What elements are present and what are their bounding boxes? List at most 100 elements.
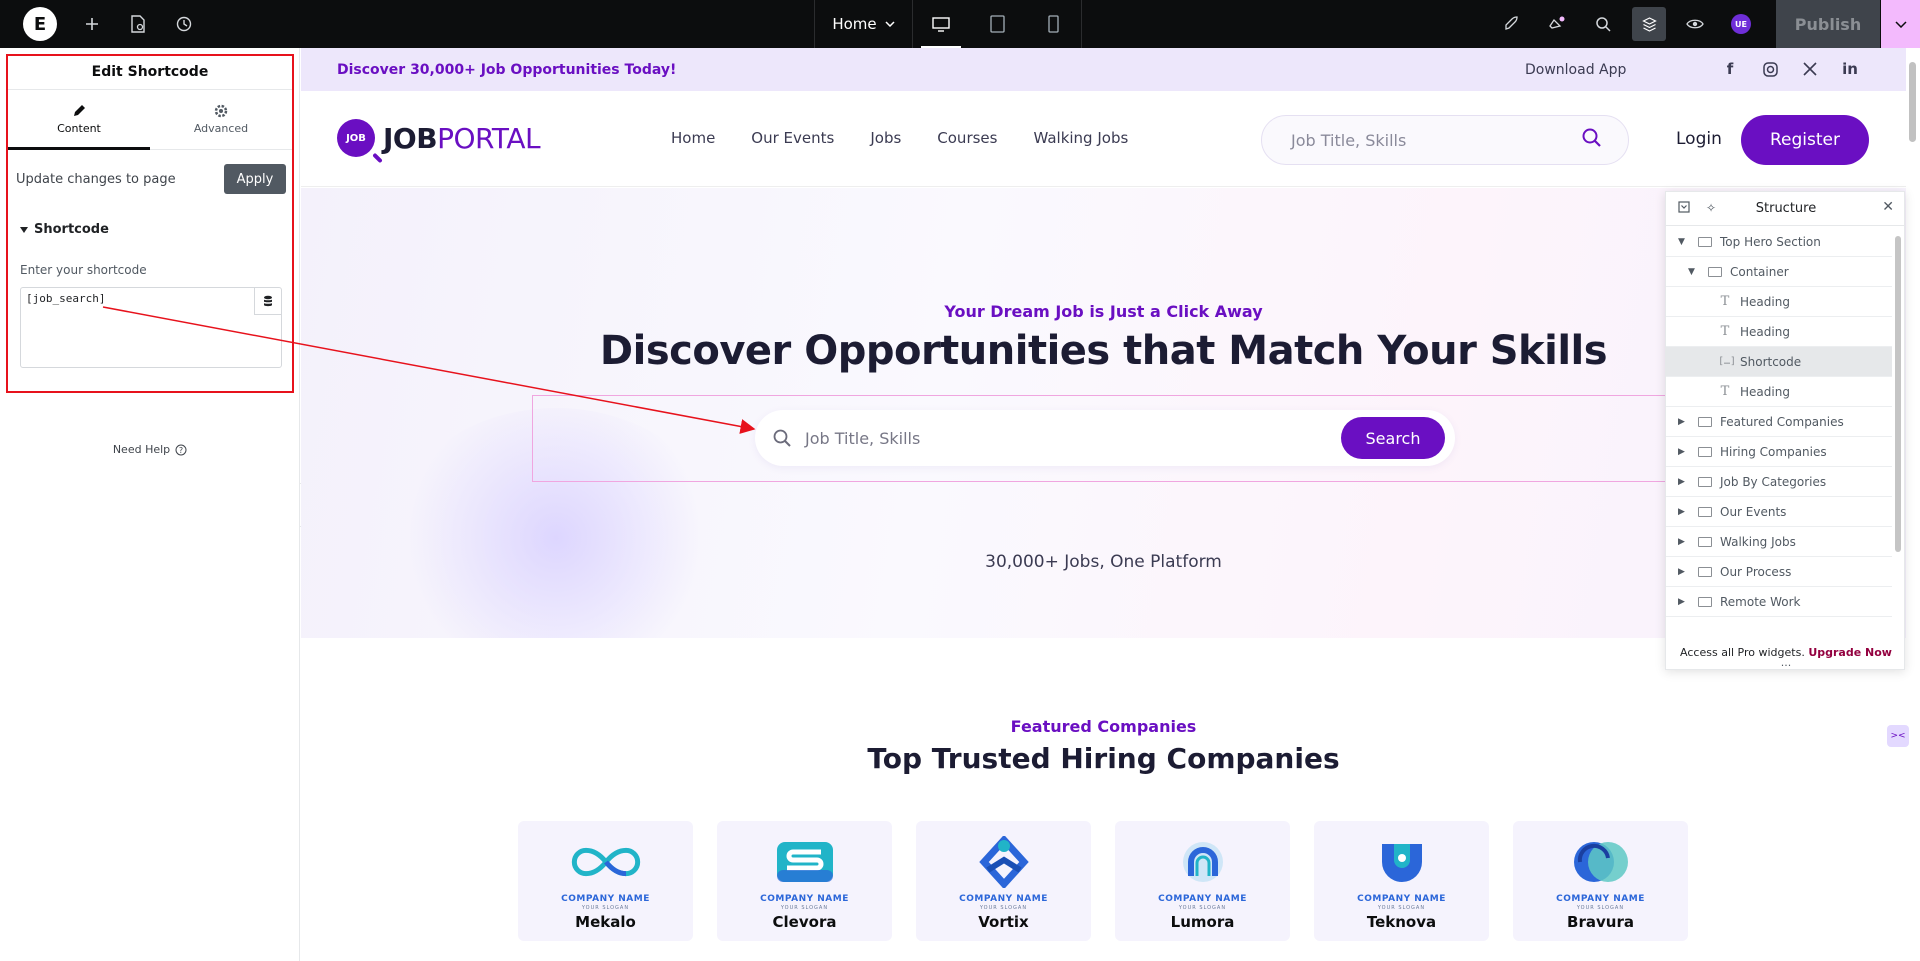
tab-content[interactable]: Content — [8, 90, 150, 150]
structure-item[interactable]: T Heading — [1666, 317, 1892, 347]
logo-text-job: JOB — [383, 121, 438, 155]
caret-right-icon[interactable]: ▶ — [1678, 417, 1688, 427]
login-link[interactable]: Login — [1676, 129, 1722, 149]
editor-topbar: E Home UE Publish — [0, 0, 1920, 48]
history-icon[interactable] — [161, 0, 207, 48]
upgrade-now-link[interactable]: Upgrade Now — [1808, 646, 1892, 659]
company-card[interactable]: COMPANY NAME YOUR SLOGAN Teknova — [1314, 821, 1489, 941]
structure-item-label: Hiring Companies — [1720, 444, 1827, 459]
structure-item-selected[interactable]: […] Shortcode — [1666, 347, 1892, 377]
header-search-placeholder: Job Title, Skills — [1291, 130, 1407, 150]
publish-options-button[interactable] — [1880, 0, 1920, 48]
linkedin-icon[interactable]: in — [1841, 58, 1859, 80]
need-help-link[interactable]: Need Help ? — [0, 443, 300, 456]
facebook-icon[interactable]: f — [1721, 58, 1739, 80]
u-shield-logo-icon — [1367, 834, 1437, 890]
hero-search-input[interactable]: Job Title, Skills Search — [755, 410, 1455, 466]
ai-assistant-icon[interactable]: >< — [1887, 725, 1909, 747]
nav-walking-jobs[interactable]: Walking Jobs — [1033, 129, 1128, 147]
caret-right-icon[interactable]: ▶ — [1678, 477, 1688, 487]
structure-item[interactable]: ▶ Our Events — [1666, 497, 1892, 527]
desktop-view-button[interactable] — [913, 0, 969, 48]
search-icon — [1582, 128, 1601, 147]
structure-item-label: Featured Companies — [1720, 414, 1844, 429]
company-card[interactable]: COMPANY NAME YOUR SLOGAN Clevora — [717, 821, 892, 941]
company-card[interactable]: COMPANY NAME YOUR SLOGAN Vortix — [916, 821, 1091, 941]
structure-item[interactable]: ▼ Top Hero Section — [1666, 227, 1892, 257]
panel-title: Edit Shortcode — [8, 56, 292, 90]
s-letter-logo-icon — [770, 834, 840, 890]
structure-tree: ▼ Top Hero Section ▼ Container T Heading… — [1666, 227, 1892, 617]
structure-item[interactable]: ▼ Container — [1666, 257, 1892, 287]
preview-eye-icon[interactable] — [1672, 0, 1718, 48]
caret-right-icon[interactable]: ▶ — [1678, 597, 1688, 607]
nav-courses[interactable]: Courses — [937, 129, 997, 147]
structure-title: Structure — [1755, 201, 1817, 216]
page-selector[interactable]: Home — [815, 0, 913, 48]
nav-home[interactable]: Home — [671, 129, 715, 147]
structure-item[interactable]: ▶ Walking Jobs — [1666, 527, 1892, 557]
company-label: COMPANY NAME — [1158, 894, 1247, 904]
caret-down-icon[interactable]: ▼ — [1688, 267, 1698, 277]
help-icon: ? — [175, 444, 187, 455]
search-icon[interactable] — [1580, 0, 1626, 48]
dynamic-tags-button[interactable] — [254, 288, 281, 315]
launchpad-icon[interactable] — [1488, 0, 1534, 48]
edit-panel: Edit Shortcode Content Advanced Update c… — [0, 48, 300, 961]
company-card[interactable]: COMPANY NAME YOUR SLOGAN Lumora — [1115, 821, 1290, 941]
structure-toggle-icon[interactable] — [1632, 7, 1666, 41]
structure-item[interactable]: ▶ Job By Categories — [1666, 467, 1892, 497]
register-button[interactable]: Register — [1741, 115, 1869, 165]
shortcode-textarea[interactable]: [job_search] — [20, 287, 282, 368]
caret-right-icon[interactable]: ▶ — [1678, 537, 1688, 547]
mobile-icon — [1047, 15, 1059, 33]
pencil-icon — [74, 105, 85, 116]
infinity-logo-icon — [571, 834, 641, 890]
container-icon — [1698, 446, 1712, 457]
featured-heading: Top Trusted Hiring Companies — [867, 742, 1340, 775]
company-card[interactable]: COMPANY NAME YOUR SLOGAN Bravura — [1513, 821, 1688, 941]
caret-right-icon[interactable]: ▶ — [1678, 507, 1688, 517]
close-icon[interactable]: ✕ — [1882, 199, 1894, 215]
company-name: Vortix — [978, 913, 1029, 931]
structure-scrollbar[interactable] — [1895, 236, 1901, 552]
structure-item[interactable]: ▶ Featured Companies — [1666, 407, 1892, 437]
mobile-view-button[interactable] — [1025, 0, 1081, 48]
nav-our-events[interactable]: Our Events — [751, 129, 834, 147]
company-card[interactable]: COMPANY NAME YOUR SLOGAN Mekalo — [518, 821, 693, 941]
download-app-link[interactable]: Download App — [1525, 62, 1626, 78]
heading-icon: T — [1720, 294, 1730, 309]
structure-item[interactable]: ▶ Hiring Companies — [1666, 437, 1892, 467]
structure-item[interactable]: ▶ Our Process — [1666, 557, 1892, 587]
notifications-icon[interactable] — [1534, 0, 1580, 48]
heading-icon: T — [1720, 384, 1730, 399]
publish-button[interactable]: Publish — [1776, 0, 1880, 48]
hero-search-button[interactable]: Search — [1341, 417, 1445, 459]
caret-right-icon[interactable]: ▶ — [1678, 567, 1688, 577]
structure-item[interactable]: T Heading — [1666, 287, 1892, 317]
site-logo[interactable]: JOB JOBPORTAL — [337, 119, 541, 157]
company-label: COMPANY NAME — [1357, 894, 1446, 904]
apply-button[interactable]: Apply — [224, 164, 286, 194]
search-icon — [773, 429, 791, 447]
x-twitter-icon[interactable] — [1801, 58, 1819, 80]
more-icon[interactable]: ··· — [1666, 659, 1906, 672]
tab-advanced[interactable]: Advanced — [150, 90, 292, 149]
shortcode-section-toggle[interactable]: Shortcode — [8, 222, 292, 237]
page-settings-icon[interactable] — [115, 0, 161, 48]
caret-down-icon[interactable]: ▼ — [1678, 237, 1688, 247]
canvas-scrollbar[interactable] — [1909, 62, 1916, 142]
structure-item[interactable]: ▶ Remote Work — [1666, 587, 1892, 617]
caret-right-icon[interactable]: ▶ — [1678, 447, 1688, 457]
add-element-icon[interactable] — [69, 0, 115, 48]
header-search-input[interactable]: Job Title, Skills — [1261, 115, 1629, 165]
nav-jobs[interactable]: Jobs — [870, 129, 901, 147]
social-links: f in — [1721, 58, 1859, 80]
tablet-view-button[interactable] — [969, 0, 1025, 48]
container-icon — [1698, 536, 1712, 547]
container-icon — [1698, 416, 1712, 427]
user-account-button[interactable]: UE — [1718, 0, 1764, 48]
elementor-logo-icon[interactable]: E — [23, 7, 57, 41]
structure-item[interactable]: T Heading — [1666, 377, 1892, 407]
instagram-icon[interactable] — [1761, 58, 1779, 80]
